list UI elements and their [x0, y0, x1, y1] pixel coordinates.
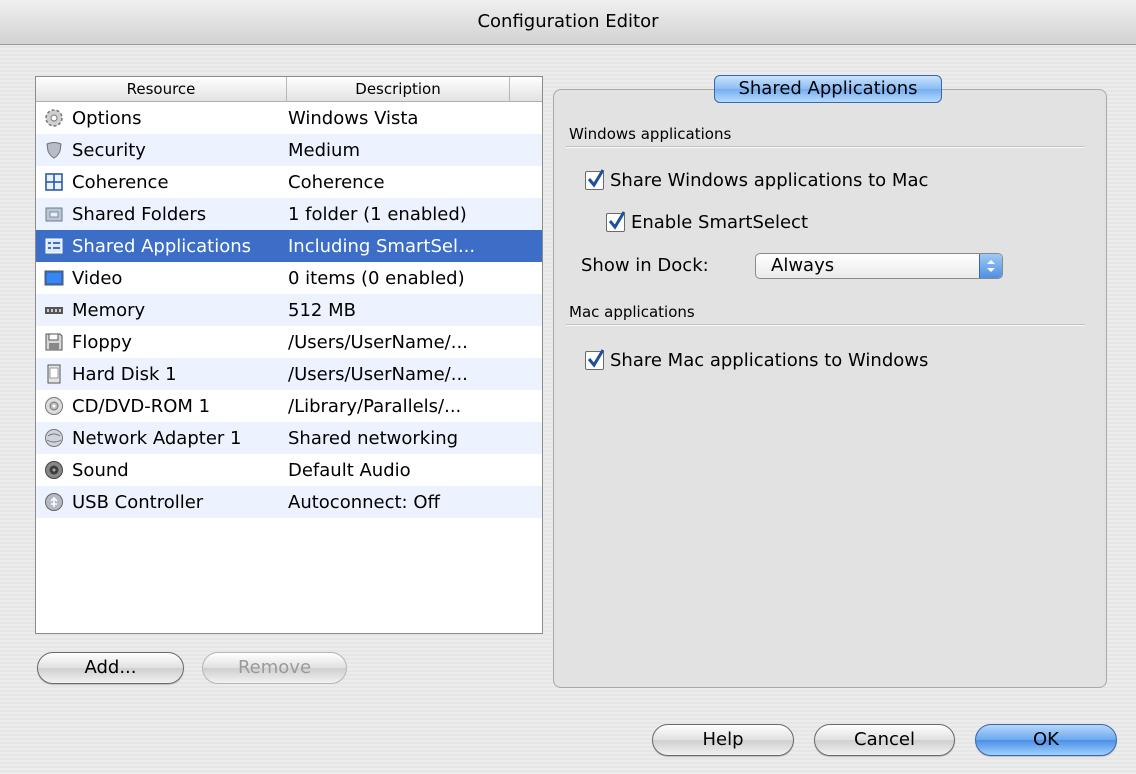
folder-icon: [44, 204, 64, 224]
show-in-dock-label: Show in Dock:: [581, 255, 709, 276]
cancel-button[interactable]: Cancel: [814, 724, 955, 756]
list-row-hard-disk-1[interactable]: Hard Disk 1 /Users/UserName/...: [36, 358, 542, 390]
enable-smartselect-checkbox[interactable]: Enable SmartSelect: [606, 211, 809, 233]
window-title: Configuration Editor: [0, 0, 1136, 45]
row-description: Including SmartSel...: [288, 235, 476, 257]
list-row-options[interactable]: Options Windows Vista: [36, 102, 542, 134]
gear-icon: [44, 108, 64, 128]
list-row-shared-folders[interactable]: Shared Folders 1 folder (1 enabled): [36, 198, 542, 230]
row-description: /Users/UserName/...: [288, 363, 468, 385]
row-resource-label: Floppy: [72, 331, 132, 353]
row-resource-label: Shared Applications: [72, 235, 252, 257]
row-description: Autoconnect: Off: [288, 491, 440, 513]
row-resource-label: Shared Folders: [72, 203, 207, 225]
app-list-icon: [44, 236, 64, 256]
list-row-cd-dvd-rom-1[interactable]: CD/DVD-ROM 1 /Library/Parallels/...: [36, 390, 542, 422]
row-resource-label: Video: [72, 267, 123, 289]
row-description: /Users/UserName/...: [288, 331, 468, 353]
list-row-network-adapter-1[interactable]: Network Adapter 1 Shared networking: [36, 422, 542, 454]
share-windows-apps-label: Share Windows applications to Mac: [610, 170, 929, 191]
show-in-dock-value: Always: [771, 255, 835, 276]
row-description: 1 folder (1 enabled): [288, 203, 467, 225]
memory-icon: [44, 300, 64, 320]
list-row-usb-controller[interactable]: USB Controller Autoconnect: Off: [36, 486, 542, 518]
row-description: Windows Vista: [288, 107, 419, 129]
row-description: Default Audio: [288, 459, 411, 481]
row-resource-label: Options: [72, 107, 142, 129]
divider: [566, 146, 1085, 148]
row-resource-label: Memory: [72, 299, 146, 321]
shield-icon: [44, 140, 64, 160]
monitor-icon: [44, 268, 64, 288]
list-header: Resource Description: [36, 77, 542, 102]
hard-disk-icon: [44, 364, 64, 384]
row-description: 0 items (0 enabled): [288, 267, 465, 289]
row-resource-label: Sound: [72, 459, 129, 481]
share-mac-apps-checkbox[interactable]: Share Mac applications to Windows: [585, 349, 929, 371]
show-in-dock-select[interactable]: Always: [755, 253, 1003, 279]
list-row-floppy[interactable]: Floppy /Users/UserName/...: [36, 326, 542, 358]
list-row-video[interactable]: Video 0 items (0 enabled): [36, 262, 542, 294]
list-row-memory[interactable]: Memory 512 MB: [36, 294, 542, 326]
column-header-description[interactable]: Description: [287, 77, 510, 101]
cd-icon: [44, 396, 64, 416]
checkbox-checked-icon: [585, 169, 605, 190]
row-description: 512 MB: [288, 299, 356, 321]
tab-shared-applications[interactable]: Shared Applications: [714, 75, 942, 103]
list-row-sound[interactable]: Sound Default Audio: [36, 454, 542, 486]
ok-button[interactable]: OK: [975, 724, 1117, 756]
list-row-security[interactable]: Security Medium: [36, 134, 542, 166]
resource-list[interactable]: Resource Description Options Windows Vis…: [35, 76, 543, 634]
row-description: /Library/Parallels/...: [288, 395, 462, 417]
row-resource-label: Network Adapter 1: [72, 427, 242, 449]
column-header-empty: [510, 77, 542, 101]
row-description: Coherence: [288, 171, 385, 193]
network-icon: [44, 428, 64, 448]
usb-icon: [44, 492, 64, 512]
share-mac-apps-label: Share Mac applications to Windows: [610, 350, 929, 371]
divider: [566, 324, 1085, 326]
help-button[interactable]: Help: [652, 724, 794, 756]
add-button[interactable]: Add...: [37, 652, 184, 684]
row-resource-label: Hard Disk 1: [72, 363, 177, 385]
column-header-resource[interactable]: Resource: [36, 77, 287, 101]
coherence-icon: [44, 172, 64, 192]
floppy-icon: [44, 332, 64, 352]
section-mac-applications: Mac applications: [569, 303, 695, 321]
remove-button[interactable]: Remove: [202, 652, 347, 684]
row-description: Medium: [288, 139, 360, 161]
speaker-icon: [44, 460, 64, 480]
list-row-coherence[interactable]: Coherence Coherence: [36, 166, 542, 198]
share-windows-apps-checkbox[interactable]: Share Windows applications to Mac: [585, 169, 929, 191]
row-resource-label: Coherence: [72, 171, 169, 193]
row-resource-label: Security: [72, 139, 146, 161]
row-resource-label: USB Controller: [72, 491, 204, 513]
checkbox-checked-icon: [585, 349, 605, 370]
updown-arrows-icon: [979, 254, 1002, 278]
enable-smartselect-label: Enable SmartSelect: [631, 212, 809, 233]
checkbox-checked-icon: [606, 211, 626, 232]
section-windows-applications: Windows applications: [569, 125, 732, 143]
row-description: Shared networking: [288, 427, 459, 449]
list-row-shared-applications[interactable]: Shared Applications Including SmartSel..…: [36, 230, 542, 262]
row-resource-label: CD/DVD-ROM 1: [72, 395, 211, 417]
